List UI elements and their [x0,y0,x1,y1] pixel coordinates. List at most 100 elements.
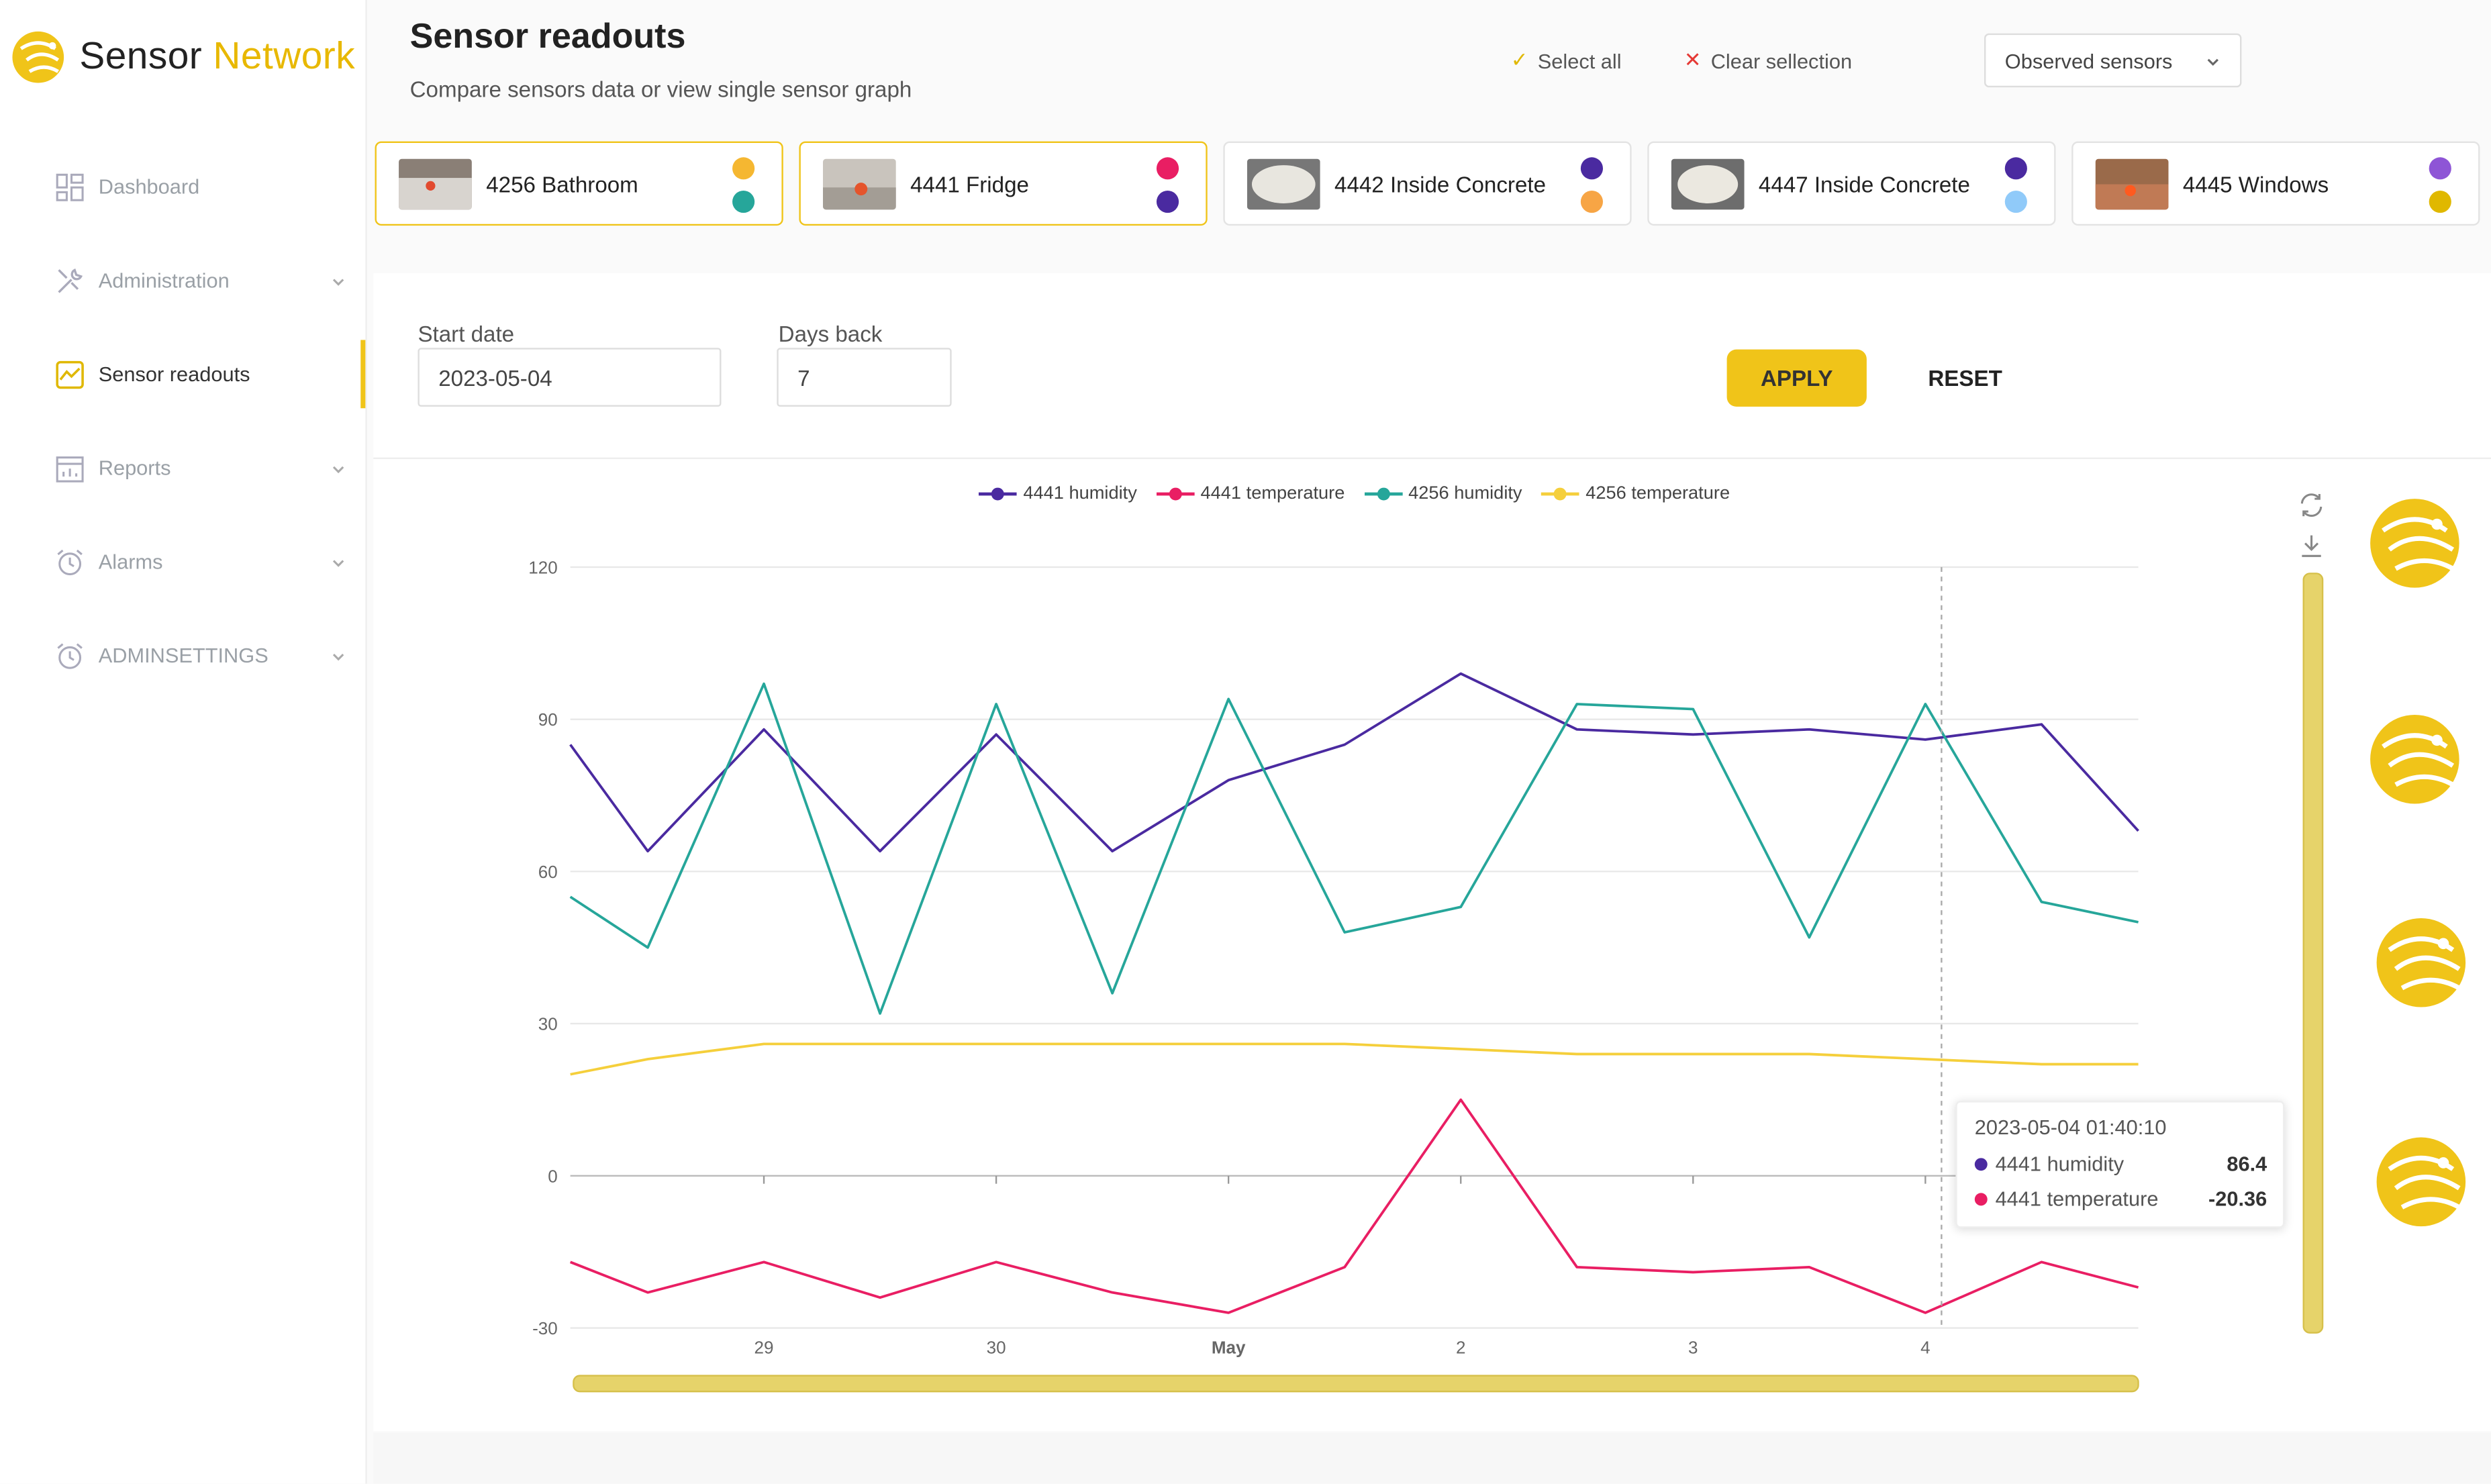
sensor-series-2-dot [2429,191,2451,213]
brand-name-part1: Sensor [79,35,203,78]
series-line-4441-temperature [569,1098,2139,1314]
series-line-4256-humidity [569,682,2139,1015]
filter-panel: Start date 2023-05-04 Days back 7 APPLY … [373,273,2491,459]
sidebar-item-label: Reports [98,456,171,480]
sidebar-item-administration[interactable]: Administration [0,234,365,328]
sidebar-item-label: Alarms [98,549,163,574]
start-date-field[interactable]: 2023-05-04 [418,348,722,407]
page-subtitle: Compare sensors data or view single sens… [409,76,912,102]
close-icon: ✕ [1683,48,1702,72]
chevron-down-icon [332,559,344,566]
observed-sensors-value: Observed sensors [2004,48,2173,72]
sidebar-item-label: Administration [98,268,230,293]
tooltip-series-dot [1974,1157,1988,1171]
tooltip-series-value: 86.4 [2227,1151,2267,1176]
tooltip-timestamp: 2023-05-04 01:40:10 [1974,1115,2167,1139]
sensor-card[interactable]: 4442 Inside Concrete [1223,141,1632,226]
sensor-photo [1671,158,1745,209]
x-tick-label: 4 [1920,1337,1930,1357]
sensor-photo [822,158,896,209]
sidebar-nav: Dashboard Administration Sensor readouts [0,140,366,702]
sensor-photo [1247,158,1320,209]
days-back-field[interactable]: 7 [777,348,952,407]
tooltip-series-dot [1974,1192,1988,1205]
tooltip-row: 4441 temperature -20.36 [1974,1186,2267,1211]
observed-sensors-dropdown[interactable]: Observed sensors [1984,33,2242,88]
reset-button[interactable]: RESET [1908,350,2022,407]
sensor-photo [399,158,472,209]
sensor-card[interactable]: 4445 Windows [2071,141,2480,226]
sensor-series-1-dot [1580,157,1604,180]
select-all-label: Select all [1537,48,1622,72]
report-icon [54,452,85,483]
sensor-network-logo-icon [2376,918,2466,1007]
x-tick-label: 3 [1688,1337,1698,1357]
sensor-card-label: 4445 Windows [2182,170,2329,197]
chevron-down-icon [2207,58,2219,66]
brand-name: Sensor Network [79,35,355,79]
start-date-value: 2023-05-04 [438,364,552,391]
sidebar: Sensor Network Dashboard Administration [0,0,367,1484]
sensor-series-1-dot [732,157,755,180]
alarm-clock-icon [54,640,85,671]
chevron-down-icon [332,465,344,473]
sensor-series-2-dot [2004,191,2027,213]
sensor-series-1-dot [2004,157,2027,180]
sensor-network-logo-icon [2370,715,2459,804]
clear-selection-button[interactable]: ✕ Clear sellection [1684,48,1852,73]
sensor-card[interactable]: 4441 Fridge [799,141,1208,226]
y-zoom-slider [2302,573,2324,1334]
alarm-clock-icon [54,546,85,577]
x-tick-label: 30 [987,1337,1006,1357]
sidebar-item-label: Sensor readouts [98,362,250,387]
start-date-label: Start date [418,321,515,346]
y-tick-label: -30 [532,1318,558,1338]
sidebar-item-label: Dashboard [98,175,200,199]
brand-name-part2: Network [213,35,356,78]
sensor-network-logo-icon [2370,499,2459,588]
sensor-card-label: 4256 Bathroom [486,170,638,197]
y-tick-label: 60 [538,862,558,882]
chart-window-icon [54,358,85,390]
sidebar-item-alarms[interactable]: Alarms [0,515,365,609]
x-tick-label: 29 [754,1337,774,1357]
sensor-card[interactable]: 4447 Inside Concrete [1647,141,2056,226]
clear-selection-label: Clear sellection [1710,48,1853,72]
check-icon: ✓ [1510,48,1528,72]
x-zoom-slider [573,1375,2139,1393]
sensor-series-2-dot [1156,191,1179,213]
y-tick-label: 0 [548,1166,557,1186]
tooltip-series-label: 4441 temperature [1995,1186,2159,1211]
app-root: Sensor Network Dashboard Administration [0,0,2491,1484]
sidebar-item-dashboard[interactable]: Dashboard [0,140,365,234]
select-all-button[interactable]: ✓ Select all [1511,48,1622,73]
sensor-network-logo-icon [12,31,64,83]
x-tick-label: May [1212,1337,1246,1357]
sidebar-item-adminsettings[interactable]: ADMINSETTINGS [0,608,365,702]
tooltip-row: 4441 humidity 86.4 [1974,1151,2267,1176]
footer-strip [373,1432,2491,1484]
y-tick-label: 120 [528,557,557,577]
apply-button[interactable]: APPLY [1726,349,1867,407]
days-back-label: Days back [778,321,883,346]
sensor-network-logo-icon [2376,1137,2466,1227]
chart-panel: 4441 humidity 4441 temperature 4256 humi… [373,458,2491,1432]
sensor-card-label: 4447 Inside Concrete [1758,170,1970,197]
sidebar-item-label: ADMINSETTINGS [98,643,268,668]
sensor-photo [2095,158,2169,209]
sidebar-item-reports[interactable]: Reports [0,421,365,515]
chart-tooltip: 2023-05-04 01:40:10 4441 humidity 86.4 4… [1955,1101,2285,1228]
y-tick-label: 30 [538,1014,558,1034]
sensor-card-label: 4442 Inside Concrete [1334,170,1546,197]
sensor-series-1-dot [2429,157,2451,180]
logo[interactable]: Sensor Network [9,29,355,86]
sidebar-item-sensor-readouts[interactable]: Sensor readouts [0,328,366,422]
page-title: Sensor readouts [409,15,686,56]
dashboard-icon [54,170,85,202]
tooltip-series-label: 4441 humidity [1995,1151,2124,1176]
series-line-4256-temperature [570,1042,2139,1076]
tooltip-series-value: -20.36 [2208,1186,2267,1211]
chart-canvas[interactable]: 120 90 60 30 0 -30 29 30 May 2 3 4 [373,459,2491,1431]
sensor-card[interactable]: 4256 Bathroom [375,141,783,226]
y-tick-label: 90 [538,709,558,730]
